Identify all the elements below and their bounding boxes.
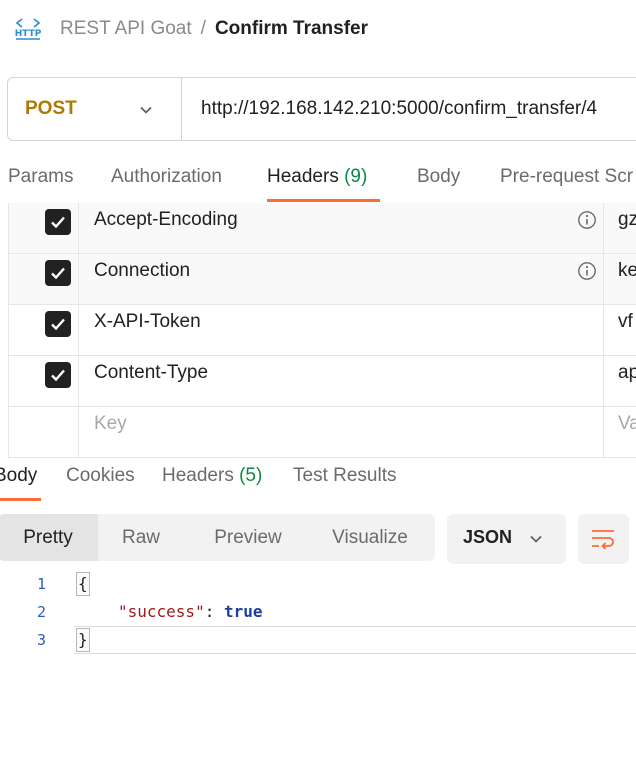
tab-body[interactable]: Body <box>417 160 460 202</box>
tab-params-label: Params <box>8 166 74 187</box>
response-tab-headers-count: (5) <box>239 465 263 486</box>
tab-headers-count: (9) <box>344 166 368 187</box>
checkmark-icon <box>51 369 65 382</box>
response-tab-cookies-label: Cookies <box>66 465 135 486</box>
column-divider <box>603 203 604 253</box>
checkbox-cell <box>8 203 79 253</box>
json-colon: : <box>204 602 224 621</box>
table-row: Content-Type ap <box>8 356 636 407</box>
column-divider <box>603 407 604 457</box>
header-key[interactable]: X-API-Token <box>94 305 201 339</box>
url-bar: POST http://192.168.142.210:5000/confirm… <box>7 77 636 141</box>
table-row: X-API-Token vf <box>8 305 636 356</box>
json-open-brace: { <box>76 572 90 596</box>
response-tab-headers[interactable]: Headers (5) <box>162 459 262 493</box>
text-wrap-button[interactable] <box>578 514 629 564</box>
header-checkbox[interactable] <box>45 362 71 388</box>
column-divider <box>603 254 604 304</box>
response-tab-headers-label: Headers <box>162 465 234 486</box>
header-key[interactable]: Connection <box>94 254 190 288</box>
checkbox-cell <box>8 356 79 406</box>
line-number: 1 <box>36 575 46 593</box>
checkbox-cell <box>8 305 79 355</box>
tab-pre-request-script[interactable]: Pre-request Scr <box>500 160 633 202</box>
tab-params[interactable]: Params <box>8 160 73 202</box>
header-value[interactable]: vf <box>618 305 633 339</box>
checkmark-icon <box>51 318 65 331</box>
view-visualize-button[interactable]: Visualize <box>316 514 424 561</box>
column-divider <box>603 356 604 406</box>
header-key[interactable]: Accept-Encoding <box>94 203 238 237</box>
column-divider <box>603 305 604 355</box>
response-view-group: Pretty Raw Preview Visualize <box>0 514 435 561</box>
active-tab-indicator <box>267 199 380 202</box>
header-checkbox[interactable] <box>45 311 71 337</box>
format-select[interactable]: JSON <box>447 514 566 564</box>
response-tab-test-results[interactable]: Test Results <box>293 459 396 493</box>
breadcrumb: HTTP REST API Goat / Confirm Transfer <box>14 14 368 44</box>
header-value[interactable]: gz <box>618 203 636 237</box>
code-text: } <box>76 626 90 654</box>
header-key[interactable]: Content-Type <box>94 356 208 390</box>
breadcrumb-separator: / <box>200 18 206 39</box>
http-icon-text: HTTP <box>15 29 42 39</box>
tab-body-label: Body <box>417 166 461 187</box>
tab-authorization[interactable]: Authorization <box>111 160 222 202</box>
checkmark-icon <box>51 267 65 280</box>
new-header-value-input[interactable]: Va <box>618 407 636 441</box>
header-value[interactable]: ap <box>618 356 636 390</box>
header-checkbox[interactable] <box>45 260 71 286</box>
response-tab-body-label: Body <box>0 465 38 486</box>
checkmark-icon <box>51 216 65 229</box>
info-icon[interactable] <box>577 261 597 281</box>
json-key: "success" <box>118 602 205 621</box>
code-line: 2 "success": true <box>0 598 636 626</box>
response-tab-test-results-label: Test Results <box>293 465 397 486</box>
line-number: 3 <box>36 631 46 649</box>
table-row: Accept-Encoding gz <box>8 203 636 254</box>
header-value[interactable]: ke <box>618 254 636 288</box>
checkbox-cell <box>8 254 79 304</box>
response-body-editor[interactable]: 1 { 2 "success": true 3 } <box>0 570 636 654</box>
format-label: JSON <box>463 527 513 547</box>
tab-headers-label: Headers <box>267 166 339 187</box>
code-text: { <box>76 570 90 598</box>
header-checkbox[interactable] <box>45 209 71 235</box>
checkbox-cell-empty <box>8 407 79 457</box>
code-line: 1 { <box>0 570 636 598</box>
view-preview-button[interactable]: Preview <box>194 514 302 561</box>
method-label: POST <box>25 98 77 119</box>
info-icon[interactable] <box>577 210 597 230</box>
view-raw-button[interactable]: Raw <box>98 514 184 561</box>
table-row-new: Key Va <box>8 407 636 458</box>
response-tab-body[interactable]: Body <box>0 459 41 501</box>
headers-table: Accept-Encoding gz Connection ke X-API-T… <box>8 203 636 458</box>
active-tab-indicator <box>0 498 41 501</box>
json-close-brace: } <box>76 628 90 652</box>
text-wrap-icon <box>592 530 614 550</box>
response-tab-cookies[interactable]: Cookies <box>66 459 135 493</box>
table-row: Connection ke <box>8 254 636 305</box>
breadcrumb-request-title[interactable]: Confirm Transfer <box>215 18 368 40</box>
code-text: "success": true <box>118 598 263 626</box>
http-icon: HTTP <box>15 18 42 40</box>
tab-authorization-label: Authorization <box>111 166 222 187</box>
tab-headers[interactable]: Headers (9) <box>267 160 380 202</box>
url-input[interactable]: http://192.168.142.210:5000/confirm_tran… <box>182 98 597 120</box>
method-select[interactable]: POST <box>8 78 182 140</box>
json-value: true <box>223 602 263 621</box>
view-pretty-button[interactable]: Pretty <box>0 514 98 561</box>
tab-pre-request-label: Pre-request Scr <box>500 166 634 187</box>
code-line: 3 } <box>0 626 636 654</box>
response-tabs: Body Cookies Headers (5) Test Results <box>0 459 636 501</box>
chevron-down-icon <box>140 106 152 114</box>
new-header-key-input[interactable]: Key <box>94 407 127 441</box>
breadcrumb-collection[interactable]: REST API Goat <box>60 18 192 40</box>
chevron-down-icon <box>530 535 542 543</box>
line-number: 2 <box>36 603 46 621</box>
